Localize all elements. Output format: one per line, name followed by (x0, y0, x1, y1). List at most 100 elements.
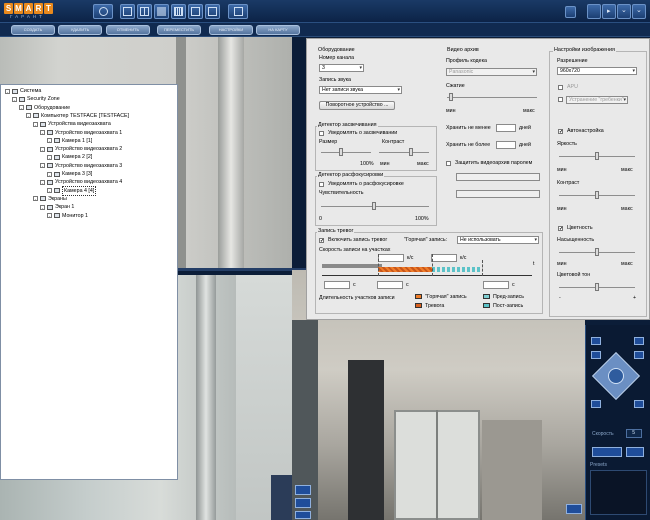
deinterlace-checkbox[interactable] (558, 97, 563, 102)
codec-select[interactable]: Panasonic (446, 68, 537, 76)
camera-view-button[interactable] (93, 4, 113, 19)
expand-toggle-icon[interactable]: - (19, 105, 24, 111)
compression-max-label: макс (523, 108, 535, 114)
iris-open-button[interactable] (591, 400, 601, 408)
tree-item[interactable]: - Камера 2 [2] (47, 153, 92, 161)
expand-toggle-icon[interactable]: - (40, 130, 45, 135)
expand-toggle-icon[interactable]: - (33, 121, 38, 127)
minimize-button[interactable]: ⌄ (617, 4, 631, 19)
expand-toggle-icon[interactable]: - (40, 163, 45, 169)
rotate-device-button[interactable]: Поворотное устройство ... (319, 101, 395, 110)
collapse-button[interactable]: ⌄ (632, 4, 646, 19)
tree-item[interactable]: - Оборудование (19, 104, 70, 112)
post-duration-input[interactable] (483, 281, 509, 289)
zoom-in-button[interactable] (591, 337, 601, 345)
tree-item[interactable]: - Камера 4 [4] (47, 185, 97, 196)
focus-near-button[interactable] (634, 337, 644, 345)
iris-close-button[interactable] (634, 400, 644, 408)
snapshot-button[interactable] (295, 485, 311, 495)
expand-toggle-icon[interactable]: - (26, 113, 31, 119)
tree-item[interactable]: - Компьютер TESTFACE [TESTFACE] (26, 112, 129, 120)
saturation-slider[interactable] (559, 248, 635, 256)
layout-3x3-button[interactable] (154, 4, 169, 19)
expand-toggle-icon[interactable]: - (40, 179, 45, 185)
tree-item[interactable]: - Устройство видеозахвата 2 (40, 145, 122, 153)
alarm-speed-input[interactable] (378, 254, 404, 262)
move-button[interactable]: переместить (157, 25, 201, 35)
contrast-max-label: макс (621, 206, 633, 212)
record-button[interactable] (295, 498, 311, 508)
post-speed-input[interactable] (431, 254, 457, 262)
contrast-slider[interactable] (559, 191, 635, 199)
tree-item[interactable]: - Устройство видеозахвата 3 (40, 162, 122, 170)
tree-item[interactable]: - Экран 1 (40, 203, 74, 211)
expand-toggle-icon[interactable]: - (33, 196, 38, 202)
map-button[interactable]: на карту (256, 25, 300, 35)
create-button[interactable]: создать (11, 25, 55, 35)
preset-save-button[interactable] (626, 447, 644, 457)
window-button[interactable] (587, 4, 601, 19)
tree-item[interactable]: - Экраны (33, 195, 67, 203)
glare-size-slider[interactable] (321, 148, 371, 156)
glare-contrast-slider[interactable] (379, 148, 429, 156)
hot-duration-input[interactable] (377, 281, 403, 289)
layout-1-7-button[interactable] (205, 4, 220, 19)
glare-max-label: макс (417, 161, 429, 167)
password-input[interactable] (456, 173, 540, 181)
resolution-select[interactable]: 960x720 (557, 67, 637, 75)
play-button[interactable]: ▸ (602, 4, 616, 19)
expand-toggle-icon[interactable]: - (12, 96, 17, 102)
hue-slider[interactable] (559, 283, 635, 291)
settings-button[interactable]: настройки (209, 25, 253, 35)
expand-toggle-icon[interactable]: - (5, 88, 10, 94)
password-confirm-input[interactable] (456, 190, 540, 198)
autotune-checkbox[interactable]: ✓ (558, 129, 563, 135)
glare-notify-checkbox[interactable] (319, 131, 324, 136)
expand-toggle-icon[interactable]: - (47, 154, 52, 160)
brightness-slider[interactable] (559, 152, 635, 160)
tree-item[interactable]: - Монитор 1 (47, 212, 88, 220)
zoom-out-button[interactable] (591, 351, 601, 359)
keep-max-input[interactable] (496, 141, 516, 149)
fullscreen-button[interactable] (228, 4, 248, 19)
expand-toggle-icon[interactable]: - (40, 204, 45, 210)
tree-item[interactable]: - Security Zone (12, 95, 60, 103)
color-checkbox[interactable]: ✓ (558, 226, 563, 232)
expand-toggle-icon[interactable]: - (47, 171, 52, 177)
audio-select[interactable]: Нет записи звука (319, 86, 402, 94)
pre-duration-input[interactable] (324, 281, 350, 289)
tree-item[interactable]: - Система (5, 87, 41, 95)
layout-1x1-button[interactable] (120, 4, 135, 19)
layout-4x4-button[interactable] (171, 4, 186, 19)
tree-item[interactable]: - Устройства видеозахвата (33, 120, 111, 128)
tree-item[interactable]: - Устройство видеозахвата 1 (40, 129, 122, 137)
alarm-enable-checkbox[interactable]: ✓ (319, 238, 324, 244)
delete-button[interactable]: удалить (58, 25, 102, 35)
keep-min-input[interactable] (496, 124, 516, 132)
channel-select[interactable]: 3 (319, 64, 364, 72)
layout-2x2-button[interactable] (137, 4, 152, 19)
expand-toggle-icon[interactable]: - (47, 213, 52, 218)
expand-toggle-icon[interactable]: - (47, 188, 52, 194)
preset-go-button[interactable] (592, 447, 622, 457)
zoom-button[interactable] (295, 511, 311, 519)
speed-input[interactable]: 5 (626, 429, 642, 438)
compression-slider[interactable] (447, 93, 537, 101)
ptz-center-button[interactable] (608, 368, 624, 384)
defocus-notify-checkbox[interactable] (319, 182, 324, 187)
expand-toggle-icon[interactable]: - (40, 146, 45, 152)
presets-list[interactable] (590, 470, 647, 515)
sensitivity-slider[interactable] (321, 202, 429, 210)
tree-item[interactable]: - Камера 3 [3] (47, 170, 92, 178)
apu-checkbox[interactable] (558, 85, 563, 90)
hot-record-select[interactable]: Не использовать (457, 236, 539, 244)
protect-checkbox[interactable] (446, 161, 451, 166)
camera-icon[interactable] (566, 504, 582, 514)
cancel-button[interactable]: отменить (106, 25, 150, 35)
expand-toggle-icon[interactable]: - (47, 138, 52, 144)
focus-far-button[interactable] (634, 351, 644, 359)
deinterlace-select[interactable]: Устранение "гребенки" (566, 96, 628, 104)
layout-1-5-button[interactable] (188, 4, 203, 19)
menu-down-button[interactable] (565, 6, 576, 18)
tree-item[interactable]: - Камера 1 [1] (47, 137, 92, 145)
